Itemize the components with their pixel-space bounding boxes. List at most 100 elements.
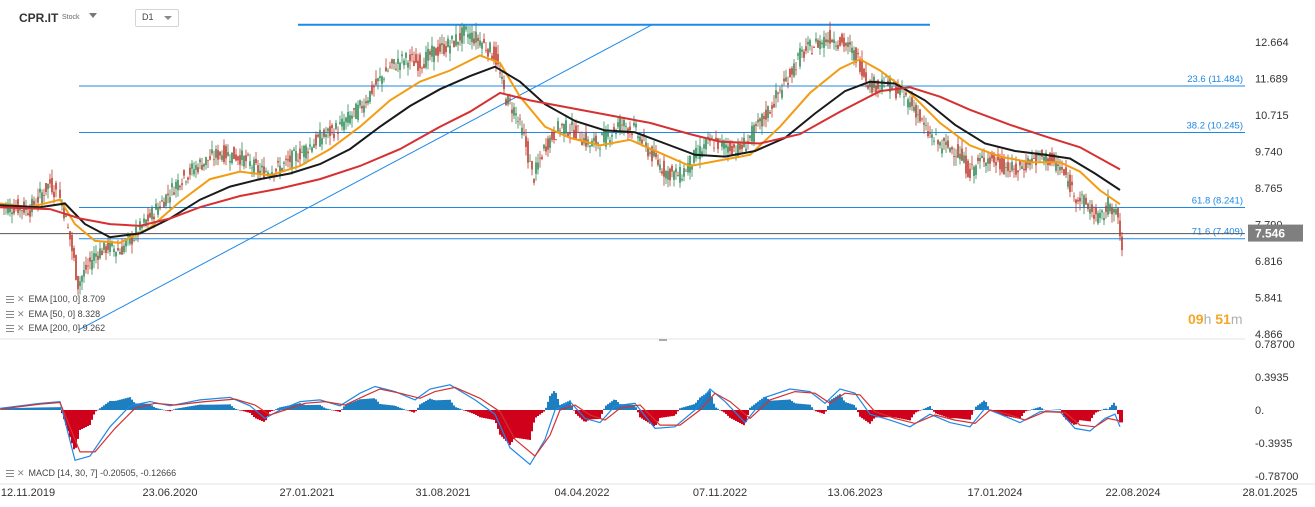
candle-body — [219, 151, 221, 156]
macd-histogram-bar — [655, 410, 657, 425]
macd-histogram-bar — [419, 404, 421, 410]
candle-body — [163, 201, 165, 208]
settings-lines-icon[interactable] — [6, 325, 14, 333]
candle-body — [397, 58, 399, 64]
macd-histogram-bar — [221, 404, 223, 410]
candle-body — [353, 108, 355, 110]
candle-body — [1107, 197, 1109, 215]
candle-body — [843, 37, 845, 47]
candle-body — [669, 168, 671, 181]
candle-body — [1117, 208, 1119, 218]
candle-body — [177, 179, 179, 191]
macd-histogram-bar — [1043, 409, 1045, 411]
timer-m-unit: m — [1230, 311, 1243, 327]
legend-ema-50[interactable]: ✕ EMA [50, 0] 8.328 — [6, 309, 100, 320]
candle-body — [175, 181, 177, 189]
macd-histogram-bar — [271, 410, 273, 411]
macd-histogram-bar — [831, 399, 833, 410]
macd-histogram-bar — [683, 407, 685, 410]
macd-histogram-bar — [769, 400, 771, 410]
candle-body — [385, 67, 387, 72]
macd-histogram-bar — [383, 404, 385, 410]
close-icon[interactable]: ✕ — [17, 309, 25, 320]
candle-body — [1033, 158, 1035, 159]
macd-histogram-bar — [549, 395, 551, 410]
candle-body — [365, 101, 367, 104]
macd-histogram-bar — [1117, 410, 1119, 415]
macd-tick-label: -0.3935 — [1255, 438, 1292, 450]
candle-body — [507, 94, 509, 105]
candle-body — [769, 112, 771, 114]
macd-histogram-bar — [1111, 404, 1113, 410]
macd-histogram-bar — [303, 404, 305, 410]
candle-body — [593, 137, 595, 142]
candle-body — [603, 130, 605, 143]
candle-body — [633, 123, 635, 126]
macd-histogram-bar — [485, 410, 487, 419]
macd-histogram-bar — [325, 408, 327, 410]
macd-histogram-bar — [843, 400, 845, 410]
macd-histogram-bar — [443, 399, 445, 410]
close-icon[interactable]: ✕ — [17, 468, 25, 479]
candle-body — [501, 76, 503, 79]
candle-body — [625, 126, 627, 127]
macd-histogram-bar — [807, 404, 809, 410]
settings-lines-icon[interactable] — [6, 470, 14, 478]
candle-body — [309, 144, 311, 147]
macd-histogram-bar — [1109, 407, 1111, 410]
candle-body — [933, 140, 935, 142]
macd-histogram-bar — [1027, 410, 1029, 411]
close-icon[interactable]: ✕ — [17, 323, 25, 334]
macd-histogram-bar — [481, 410, 483, 418]
legend-macd[interactable]: ✕ MACD [14, 30, 7] -0.20505, -0.12666 — [6, 468, 176, 479]
candle-body — [685, 170, 687, 172]
candle-body — [909, 102, 911, 108]
macd-histogram-bar — [97, 409, 99, 411]
macd-histogram-bar — [119, 399, 121, 410]
candle-body — [931, 134, 933, 138]
candle-body — [31, 198, 33, 213]
macd-histogram-bar — [951, 410, 953, 419]
candle-body — [821, 42, 823, 45]
candle-body — [55, 182, 57, 190]
macd-histogram-bar — [155, 407, 157, 410]
candle-body — [165, 194, 167, 206]
macd-histogram-bar — [461, 409, 463, 410]
macd-histogram-bar — [515, 410, 517, 438]
candle-body — [401, 54, 403, 57]
candle-body — [1071, 181, 1073, 186]
candle-body — [619, 117, 621, 132]
macd-histogram-bar — [191, 405, 193, 410]
settings-lines-icon[interactable] — [6, 311, 14, 319]
macd-histogram-bar — [405, 409, 407, 411]
legend-ema-200[interactable]: ✕ EMA [200, 0] 9.262 — [6, 323, 105, 334]
ema-line — [0, 86, 1121, 227]
candle-body — [703, 144, 705, 149]
candle-body — [1099, 212, 1101, 218]
candle-body — [941, 148, 943, 154]
settings-lines-icon[interactable] — [6, 296, 14, 304]
macd-histogram-bar — [207, 404, 209, 410]
candle-body — [1025, 161, 1027, 171]
candle-body — [913, 106, 915, 111]
close-icon[interactable]: ✕ — [17, 294, 25, 305]
candle-body — [491, 55, 493, 59]
macd-histogram-bar — [897, 410, 899, 419]
candle-body — [371, 85, 373, 94]
macd-histogram-bar — [895, 410, 897, 418]
candle-body — [391, 59, 393, 64]
macd-histogram-bar — [731, 410, 733, 419]
candle-body — [203, 163, 205, 167]
candle-body — [121, 246, 123, 255]
candle-body — [867, 85, 869, 89]
macd-histogram-bar — [809, 404, 811, 410]
candle-body — [969, 168, 971, 178]
candle-body — [231, 152, 233, 164]
candle-body — [759, 118, 761, 122]
legend-ema-100[interactable]: ✕ EMA [100, 0] 8.709 — [6, 294, 105, 305]
price-chart[interactable]: 23.6 (11.484) 38.2 (10.245) 61.8 (8.241) 71… — [0, 0, 1315, 507]
macd-histogram-bar — [441, 400, 443, 410]
macd-histogram-bar — [1051, 409, 1053, 411]
candle-body — [179, 185, 181, 188]
macd-histogram-bar — [721, 410, 723, 412]
